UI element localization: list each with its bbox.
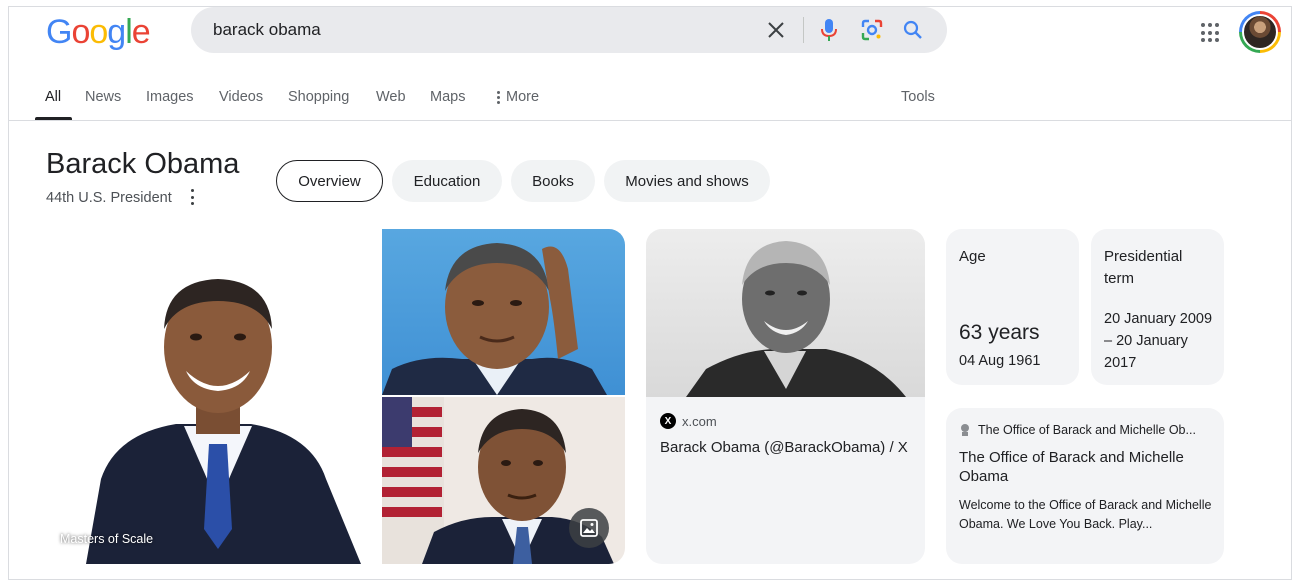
- image-gallery-icon[interactable]: [569, 508, 609, 548]
- logo-letter: o: [71, 13, 90, 51]
- clear-icon[interactable]: [763, 17, 789, 43]
- browser-frame: G o o g l e barack obama All News Images…: [8, 6, 1292, 580]
- logo-letter: g: [107, 13, 126, 51]
- portrait-illustration: [382, 243, 607, 395]
- photo-thinking[interactable]: [382, 229, 625, 395]
- search-divider: [803, 17, 804, 43]
- microphone-icon[interactable]: [816, 17, 842, 43]
- x-card-title[interactable]: Barack Obama (@BarackObama) / X: [660, 439, 908, 456]
- chip-movies-and-shows[interactable]: Movies and shows: [604, 160, 770, 202]
- tab-maps[interactable]: Maps: [430, 89, 465, 105]
- office-title[interactable]: The Office of Barack and Michelle Obama: [959, 448, 1204, 486]
- x-logo-icon: X: [660, 413, 676, 429]
- search-tabs: All News Images Videos Shopping Web Maps…: [9, 83, 1291, 121]
- search-icon[interactable]: [900, 17, 926, 43]
- age-label: Age: [959, 248, 986, 265]
- term-value: 20 January 2009 – 20 January 2017: [1104, 311, 1213, 371]
- tab-news[interactable]: News: [85, 89, 121, 105]
- apps-grid-icon[interactable]: [1201, 23, 1221, 43]
- office-source: The Office of Barack and Michelle Ob...: [959, 423, 1214, 437]
- logo-letter: o: [89, 13, 108, 51]
- office-source-label: The Office of Barack and Michelle Ob...: [978, 423, 1196, 437]
- tab-images[interactable]: Images: [146, 89, 194, 105]
- tab-more[interactable]: More: [497, 89, 539, 105]
- portrait-illustration: [86, 279, 361, 564]
- photo-caption: Masters of Scale: [60, 532, 154, 546]
- x-profile-card[interactable]: X x.com Barack Obama (@BarackObama) / X: [646, 229, 925, 564]
- age-value: 63 years: [959, 321, 1040, 344]
- presidential-term-card[interactable]: Presidential term 20 January 2009 – 20 J…: [1091, 229, 1224, 385]
- seal-icon: [961, 424, 969, 436]
- more-vert-icon: [497, 90, 500, 104]
- photo-official-portrait[interactable]: [382, 397, 625, 564]
- office-result-card[interactable]: The Office of Barack and Michelle Ob... …: [946, 408, 1224, 564]
- age-card[interactable]: Age 63 years 04 Aug 1961: [946, 229, 1079, 385]
- tab-web[interactable]: Web: [376, 89, 406, 105]
- entity-more-icon[interactable]: [189, 189, 195, 205]
- tab-videos[interactable]: Videos: [219, 89, 263, 105]
- account-avatar[interactable]: [1239, 11, 1281, 53]
- entity-title: Barack Obama: [46, 148, 240, 180]
- tools-button[interactable]: Tools: [901, 89, 935, 105]
- logo-letter: e: [131, 13, 151, 51]
- chip-books[interactable]: Books: [511, 160, 595, 202]
- tab-shopping[interactable]: Shopping: [288, 89, 349, 105]
- main-photo[interactable]: Masters of Scale: [46, 229, 380, 564]
- office-description: Welcome to the Office of Barack and Mich…: [959, 498, 1212, 531]
- x-source: X x.com: [660, 413, 717, 429]
- term-label: Presidential term: [1104, 248, 1183, 287]
- search-bar: [191, 7, 947, 53]
- tab-all[interactable]: All: [45, 89, 61, 105]
- active-tab-indicator: [35, 117, 72, 120]
- portrait-illustration: [686, 241, 906, 397]
- birth-date: 04 Aug 1961: [959, 353, 1041, 369]
- chip-education[interactable]: Education: [392, 160, 502, 202]
- search-input[interactable]: [213, 18, 733, 42]
- logo-letter: G: [46, 13, 72, 51]
- entity-subtitle: 44th U.S. President: [46, 190, 172, 206]
- chip-overview[interactable]: Overview: [276, 160, 383, 202]
- google-logo[interactable]: G o o g l e: [46, 13, 151, 52]
- tab-more-label: More: [506, 89, 540, 105]
- x-profile-photo: [646, 229, 925, 397]
- lens-icon[interactable]: [859, 17, 885, 43]
- x-source-label: x.com: [682, 413, 717, 429]
